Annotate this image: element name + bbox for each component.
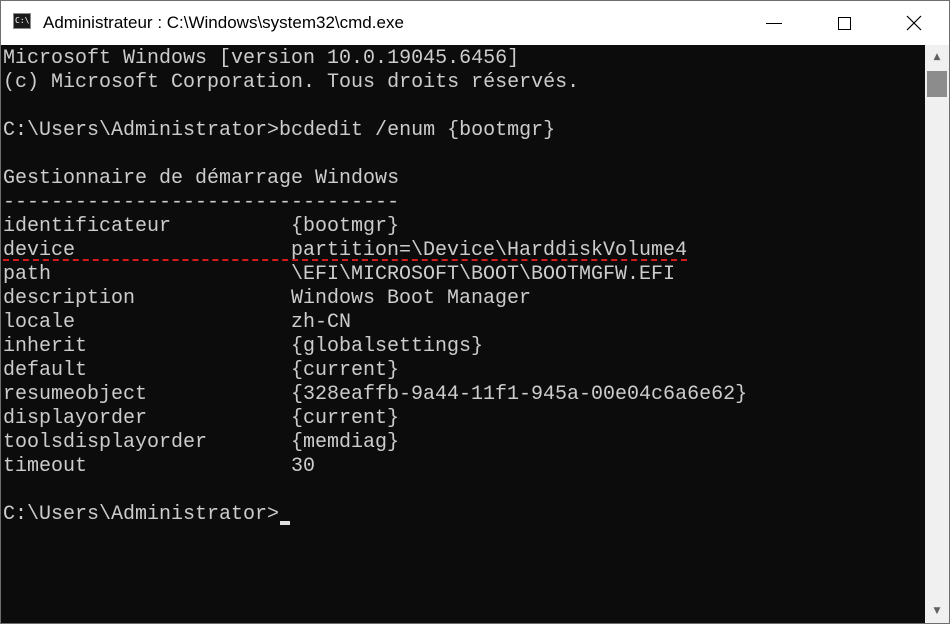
header-version-line: Microsoft Windows [version 10.0.19045.64… <box>3 47 520 70</box>
section-title: Gestionnaire de démarrage Windows <box>3 167 400 190</box>
entry-value-toolsdisplayorder: {memdiag} <box>291 431 400 454</box>
scroll-down-button[interactable]: ▼ <box>925 599 949 623</box>
entry-value-timeout: 30 <box>291 455 316 478</box>
entry-key-default: default <box>3 359 88 382</box>
entry-value-default: {current} <box>291 359 400 382</box>
entry-key-toolsdisplayorder: toolsdisplayorder <box>3 431 208 454</box>
entry-key-inherit: inherit <box>3 335 88 358</box>
cmd-window: C:\. Administrateur : C:\Windows\system3… <box>0 0 950 624</box>
maximize-button[interactable] <box>809 1 879 45</box>
entry-key-identificateur: identificateur <box>3 215 172 238</box>
scroll-thumb[interactable] <box>927 71 947 97</box>
close-icon <box>906 15 922 31</box>
entry-key-resumeobject: resumeobject <box>3 383 148 406</box>
minimize-icon <box>766 22 782 24</box>
command-line: C:\Users\Administrator>bcdedit /enum {bo… <box>3 119 556 142</box>
vertical-scrollbar[interactable]: ▲ ▼ <box>925 45 949 623</box>
prompt-line[interactable]: C:\Users\Administrator> <box>3 503 279 527</box>
minimize-button[interactable] <box>739 1 809 45</box>
scroll-up-button[interactable]: ▲ <box>925 45 949 69</box>
entry-value-displayorder: {current} <box>291 407 400 430</box>
entry-key-displayorder: displayorder <box>3 407 148 430</box>
console-output[interactable]: Microsoft Windows [version 10.0.19045.64… <box>1 45 925 623</box>
chevron-down-icon: ▼ <box>933 606 941 616</box>
entry-key-locale: locale <box>3 311 76 334</box>
entry-value-resumeobject: {328eaffb-9a44-11f1-945a-00e04c6a6e62} <box>291 383 748 406</box>
entry-value-locale: zh-CN <box>291 311 352 334</box>
entry-key-path: path <box>3 263 52 286</box>
entry-key-timeout: timeout <box>3 455 88 478</box>
close-button[interactable] <box>879 1 949 45</box>
title-bar[interactable]: C:\. Administrateur : C:\Windows\system3… <box>1 1 949 45</box>
section-rule: --------------------------------- <box>3 191 400 214</box>
text-cursor <box>280 521 290 525</box>
header-copyright-line: (c) Microsoft Corporation. Tous droits r… <box>3 71 580 94</box>
highlight-underline <box>3 259 687 261</box>
entry-value-identificateur: {bootmgr} <box>291 215 400 238</box>
entry-key-description: description <box>3 287 136 310</box>
maximize-icon <box>837 16 851 30</box>
entry-value-path: \EFI\MICROSOFT\BOOT\BOOTMGFW.EFI <box>291 263 676 286</box>
chevron-up-icon: ▲ <box>933 52 941 62</box>
entry-value-description: Windows Boot Manager <box>291 287 532 310</box>
cmd-icon[interactable]: C:\. <box>13 13 31 29</box>
entry-value-inherit: {globalsettings} <box>291 335 484 358</box>
window-title: Administrateur : C:\Windows\system32\cmd… <box>43 13 404 32</box>
